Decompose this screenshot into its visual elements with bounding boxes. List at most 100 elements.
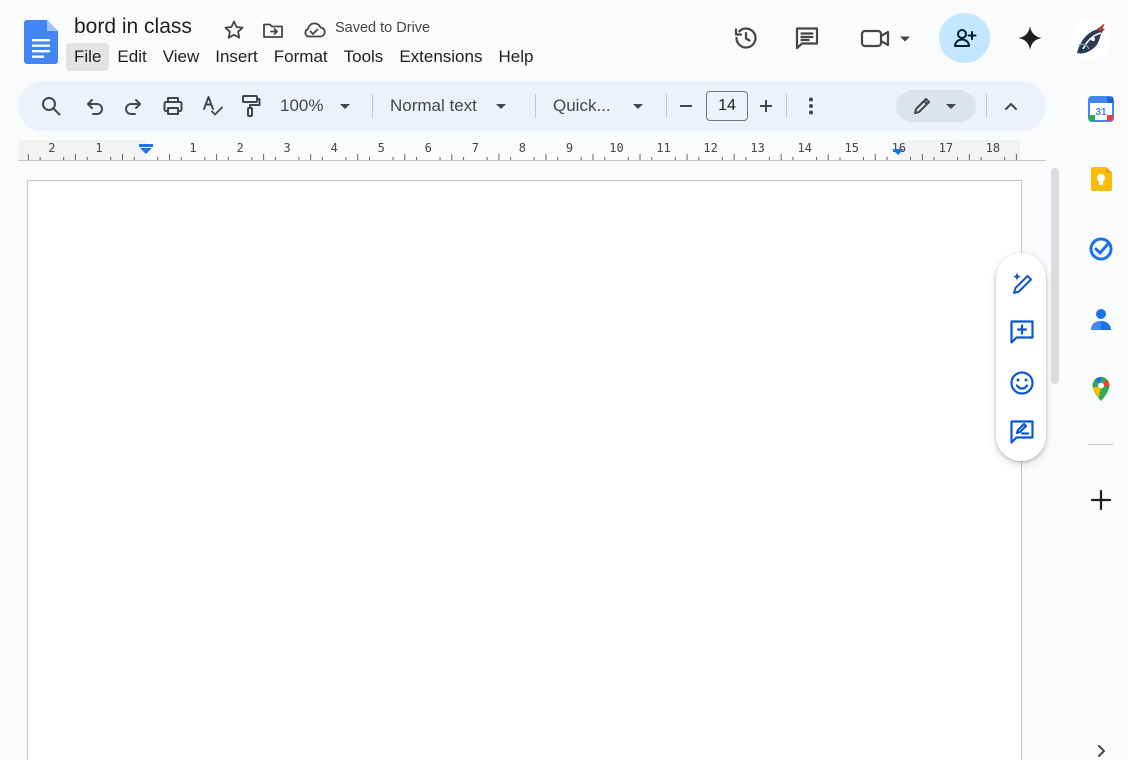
ruler-tick-label: 2 <box>48 141 55 155</box>
menu-bar: File Edit View Insert Format Tools Exten… <box>66 43 541 71</box>
document-page[interactable] <box>27 180 1022 760</box>
contacts-icon <box>1091 309 1111 330</box>
get-add-ons-button[interactable] <box>1088 487 1114 513</box>
add-person-icon <box>953 29 976 47</box>
font-size-input[interactable]: 14 <box>706 91 748 121</box>
spell-check-button[interactable] <box>200 93 226 119</box>
menu-edit[interactable]: Edit <box>109 43 154 71</box>
menu-format[interactable]: Format <box>266 43 336 71</box>
account-avatar[interactable] <box>1071 19 1111 59</box>
toolbar-divider <box>372 94 373 118</box>
add-comment-icon <box>1010 320 1034 344</box>
chevron-down-icon <box>340 104 351 109</box>
chevron-down-icon <box>495 104 506 109</box>
chevron-right-icon <box>1098 745 1105 757</box>
font-select[interactable]: Quick... <box>553 93 653 119</box>
ruler-tick-label: 5 <box>378 141 385 155</box>
ruler-tick-label: 12 <box>703 141 717 155</box>
help-me-write-button[interactable] <box>1008 269 1036 297</box>
keep-app-button[interactable] <box>1088 166 1114 192</box>
ruler-tick-label: 15 <box>845 141 859 155</box>
add-comment-button[interactable] <box>1008 318 1036 346</box>
version-history-button[interactable] <box>730 22 762 54</box>
menu-insert[interactable]: Insert <box>207 43 266 71</box>
editing-mode-button[interactable] <box>896 90 976 122</box>
maps-pin-icon <box>1092 377 1110 401</box>
document-title[interactable]: bord in class <box>74 15 192 39</box>
more-vert-icon <box>809 97 813 115</box>
hide-side-panel-button[interactable] <box>1088 742 1114 760</box>
meet-button[interactable] <box>858 22 914 54</box>
increase-font-size-button[interactable] <box>755 93 777 119</box>
ruler-tick-label: 9 <box>566 141 573 155</box>
menu-tools[interactable]: Tools <box>336 43 392 71</box>
suggest-edit-icon <box>1010 420 1034 444</box>
gemini-button[interactable] <box>1014 22 1046 54</box>
ruler-tick-label: 1 <box>189 141 196 155</box>
docs-logo-icon[interactable] <box>24 20 58 64</box>
toolbar-divider <box>786 94 787 118</box>
minus-icon <box>680 105 692 107</box>
cloud-saved-icon <box>301 18 327 42</box>
side-panel-divider <box>1088 444 1113 445</box>
paragraph-style-value: Normal text <box>390 96 477 115</box>
hide-menus-button[interactable] <box>998 93 1024 119</box>
ruler-tick-label: 6 <box>425 141 432 155</box>
more-options-button[interactable] <box>800 93 822 119</box>
menu-extensions[interactable]: Extensions <box>391 43 490 71</box>
menu-file[interactable]: File <box>66 43 110 71</box>
contacts-app-button[interactable] <box>1088 306 1114 332</box>
plus-icon <box>1090 489 1112 511</box>
ruler-tick-label: 3 <box>284 141 291 155</box>
ruler-baseline <box>18 160 1046 161</box>
toolbar-divider <box>535 94 536 118</box>
undo-icon <box>87 99 103 115</box>
calendar-app-button[interactable]: 31 <box>1088 96 1114 122</box>
ruler-tick-label: 10 <box>609 141 623 155</box>
keep-icon <box>1091 167 1112 191</box>
search-menus-button[interactable] <box>38 93 64 119</box>
move-folder-icon[interactable] <box>261 18 285 42</box>
undo-button[interactable] <box>82 93 108 119</box>
paint-format-icon <box>242 95 261 117</box>
zoom-value: 100% <box>280 96 324 115</box>
menu-view[interactable]: View <box>155 43 208 71</box>
paragraph-style-select[interactable]: Normal text <box>390 93 522 119</box>
font-value: Quick... <box>553 96 611 115</box>
ruler-tick-label: 1 <box>95 141 102 155</box>
tasks-app-button[interactable] <box>1088 236 1114 262</box>
spellcheck-icon <box>203 96 223 116</box>
chevron-down-icon <box>632 104 643 109</box>
menu-help[interactable]: Help <box>490 43 541 71</box>
ruler-tick-label: 18 <box>986 141 1000 155</box>
magic-pencil-icon <box>1013 272 1032 294</box>
ruler-tick-label: 4 <box>331 141 338 155</box>
tasks-icon <box>1089 237 1113 261</box>
chevron-up-icon <box>1005 103 1017 110</box>
sparkle-icon <box>1018 26 1042 50</box>
vertical-scrollbar[interactable] <box>1051 168 1059 384</box>
ruler-tick-label: 14 <box>797 141 811 155</box>
share-button[interactable] <box>939 13 990 63</box>
emoji-icon <box>1010 371 1034 395</box>
add-emoji-reaction-button[interactable] <box>1008 369 1036 397</box>
print-button[interactable] <box>160 93 186 119</box>
paint-format-button[interactable] <box>238 93 264 119</box>
search-icon <box>42 97 61 116</box>
toolbar-divider <box>666 94 667 118</box>
history-icon <box>734 27 757 49</box>
ruler-tick-label: 8 <box>519 141 526 155</box>
suggest-edits-button[interactable] <box>1008 418 1036 446</box>
plus-icon <box>760 100 772 112</box>
decrease-font-size-button[interactable] <box>675 93 697 119</box>
calendar-icon: 31 <box>1088 96 1114 122</box>
ruler-tick-label: 7 <box>472 141 479 155</box>
redo-button[interactable] <box>120 93 146 119</box>
ruler-tick-label: 2 <box>236 141 243 155</box>
indent-marker[interactable] <box>139 144 153 147</box>
zoom-select[interactable]: 100% <box>280 93 364 119</box>
horizontal-ruler[interactable]: 2 1 1 2 3 4 5 6 7 8 9 10 11 12 13 14 15 16 17 18 <box>18 136 1046 162</box>
comments-button[interactable] <box>791 22 823 54</box>
star-icon[interactable] <box>222 18 246 42</box>
maps-app-button[interactable] <box>1088 376 1114 402</box>
